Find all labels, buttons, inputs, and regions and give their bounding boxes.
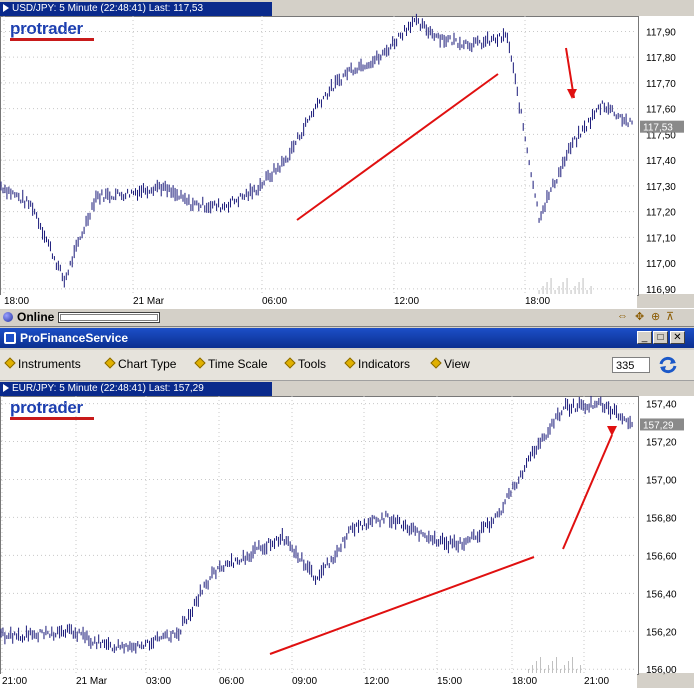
top-chart-title-bar[interactable]: USD/JPY: 5 Minute (22:48:41) Last: 117,5…	[0, 2, 272, 16]
resize-icon[interactable]: ⇔	[617, 310, 628, 322]
bottom-chart-title: EUR/JPY: 5 Minute (22:48:41) Last: 157,2…	[12, 383, 204, 394]
close-button[interactable]: ✕	[670, 331, 685, 344]
top-chart-title: USD/JPY: 5 Minute (22:48:41) Last: 117,5…	[12, 3, 204, 14]
menu-bar: Instruments Chart Type Time Scale Tools …	[0, 350, 694, 381]
collapse-arrow-icon[interactable]	[3, 4, 9, 12]
menu-time-scale-label: Time Scale	[208, 357, 268, 371]
bottom-chart-title-bar[interactable]: EUR/JPY: 5 Minute (22:48:41) Last: 157,2…	[0, 382, 272, 396]
menu-time-scale[interactable]: Time Scale	[194, 357, 268, 371]
bottom-plot-area[interactable]	[0, 396, 639, 675]
menu-instruments[interactable]: Instruments	[4, 357, 81, 371]
move-icon[interactable]: ✥	[635, 310, 644, 323]
app-icon	[4, 332, 16, 344]
menu-indicators[interactable]: Indicators	[344, 357, 411, 371]
refresh-icon[interactable]	[657, 355, 679, 375]
menu-chart-type[interactable]: Chart Type	[104, 357, 177, 371]
online-indicator-icon	[3, 312, 13, 322]
diamond-icon	[4, 357, 16, 369]
pin-icon[interactable]: ⊼	[666, 310, 674, 323]
top-plot-area[interactable]	[0, 16, 639, 296]
window-title: ProFinanceService	[20, 331, 129, 345]
connection-progress-bar	[58, 312, 160, 323]
menu-view[interactable]: View	[430, 357, 470, 371]
window-title-bar[interactable]: ProFinanceService	[0, 328, 694, 348]
bottom-x-axis	[0, 674, 637, 688]
menu-indicators-label: Indicators	[358, 357, 411, 371]
top-logo: protrader	[10, 19, 83, 38]
maximize-button[interactable]: □	[653, 331, 668, 344]
zoom-icon[interactable]: ⊕	[651, 310, 660, 323]
diamond-icon	[430, 357, 442, 369]
minimize-button[interactable]: _	[637, 331, 652, 344]
diamond-icon	[344, 357, 356, 369]
bottom-logo: protrader	[10, 398, 83, 417]
menu-tools[interactable]: Tools	[284, 357, 327, 371]
menu-chart-type-label: Chart Type	[118, 357, 177, 371]
diamond-icon	[104, 357, 116, 369]
online-label: Online	[17, 310, 55, 324]
top-y-axis	[639, 16, 694, 294]
bar-count-input[interactable]: 335	[612, 357, 650, 373]
top-x-axis	[0, 295, 637, 308]
menu-instruments-label: Instruments	[18, 357, 81, 371]
bottom-y-axis	[639, 396, 694, 673]
diamond-icon	[194, 357, 206, 369]
menu-tools-label: Tools	[298, 357, 327, 371]
collapse-arrow-icon[interactable]	[3, 384, 9, 392]
status-bar: Online ⇔ ✥ ⊕ ⊼	[0, 308, 694, 327]
diamond-icon	[284, 357, 296, 369]
menu-view-label: View	[444, 357, 470, 371]
top-logo-underline	[10, 38, 94, 41]
bottom-logo-underline	[10, 417, 94, 420]
